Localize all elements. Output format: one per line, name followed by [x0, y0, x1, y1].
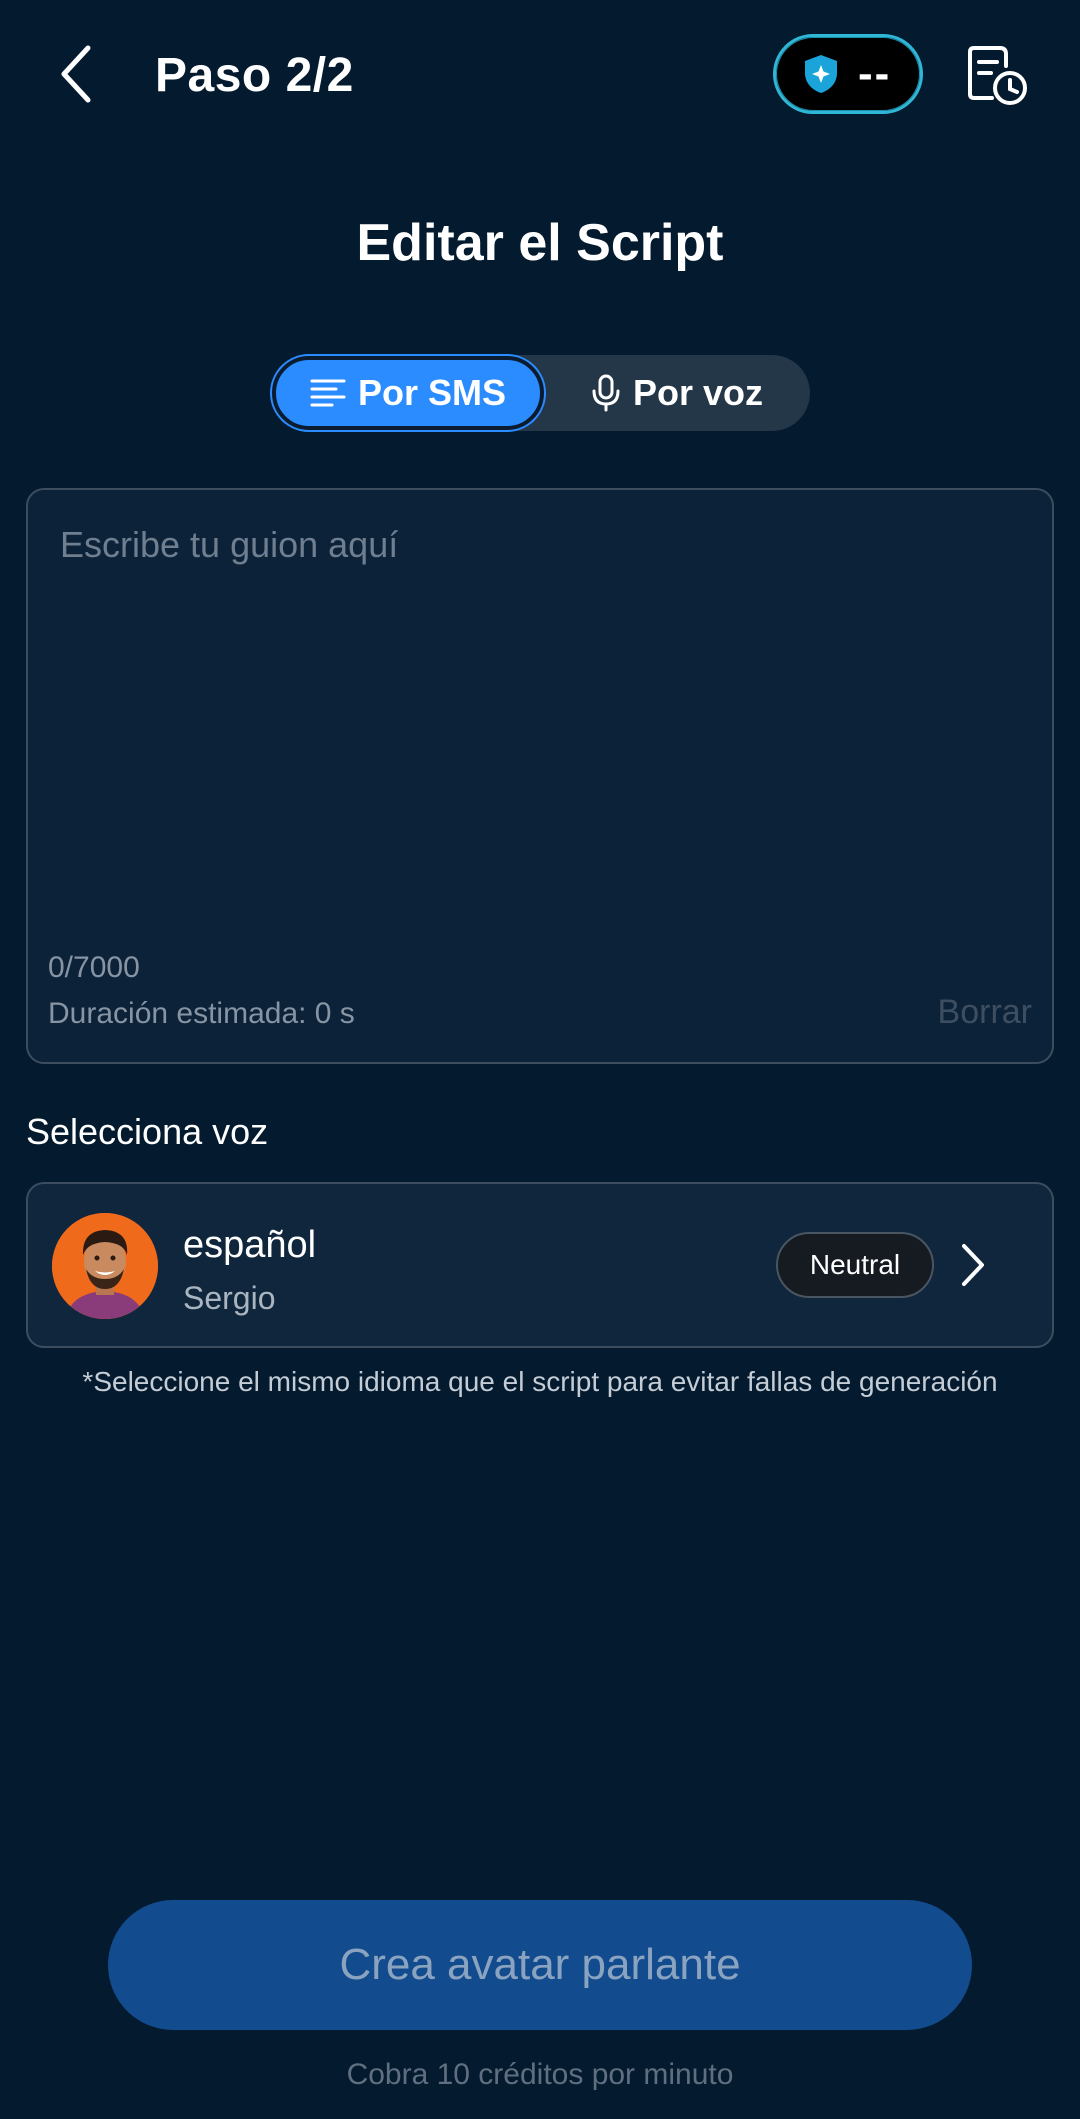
- voice-language: español: [183, 1224, 317, 1266]
- tab-sms-label: Por SMS: [357, 372, 507, 413]
- script-input[interactable]: [60, 522, 1020, 902]
- page-title: Editar el Script: [356, 214, 724, 272]
- shield-star-icon: [805, 55, 837, 93]
- tab-voice[interactable]: Por voz: [546, 356, 808, 430]
- avatar: [52, 1213, 158, 1319]
- history-button[interactable]: [966, 42, 1030, 108]
- back-button[interactable]: [44, 34, 108, 114]
- chevron-right-icon: [962, 1244, 984, 1286]
- char-count: 0/7000: [48, 951, 140, 984]
- estimated-duration: Duración estimada: 0 s: [48, 997, 355, 1030]
- credit-value: --: [858, 49, 892, 98]
- tab-sms[interactable]: Por SMS: [272, 356, 544, 430]
- header-title: Paso 2/2: [155, 49, 354, 102]
- voice-selector[interactable]: español Sergio Neutral: [26, 1182, 1054, 1348]
- clear-button[interactable]: Borrar: [938, 990, 1032, 1034]
- tab-voice-label: Por voz: [632, 372, 764, 413]
- voice-section-heading: Selecciona voz: [26, 1111, 269, 1152]
- history-icon: [968, 46, 1027, 105]
- microphone-icon: [592, 374, 620, 412]
- voice-language-note: *Seleccione el mismo idioma que el scrip…: [82, 1366, 998, 1397]
- mode-toggle: Por SMS Por voz: [270, 355, 810, 431]
- cost-note: Cobra 10 créditos por minuto: [346, 2058, 734, 2091]
- voice-name: Sergio: [183, 1280, 276, 1316]
- text-lines-icon: [310, 379, 346, 407]
- script-editor: 0/7000 Duración estimada: 0 s Borrar: [26, 488, 1054, 1064]
- chevron-left-icon: [61, 45, 91, 103]
- create-avatar-button[interactable]: Crea avatar parlante: [108, 1900, 972, 2030]
- credit-badge[interactable]: --: [773, 34, 923, 114]
- voice-style-badge: Neutral: [776, 1232, 934, 1298]
